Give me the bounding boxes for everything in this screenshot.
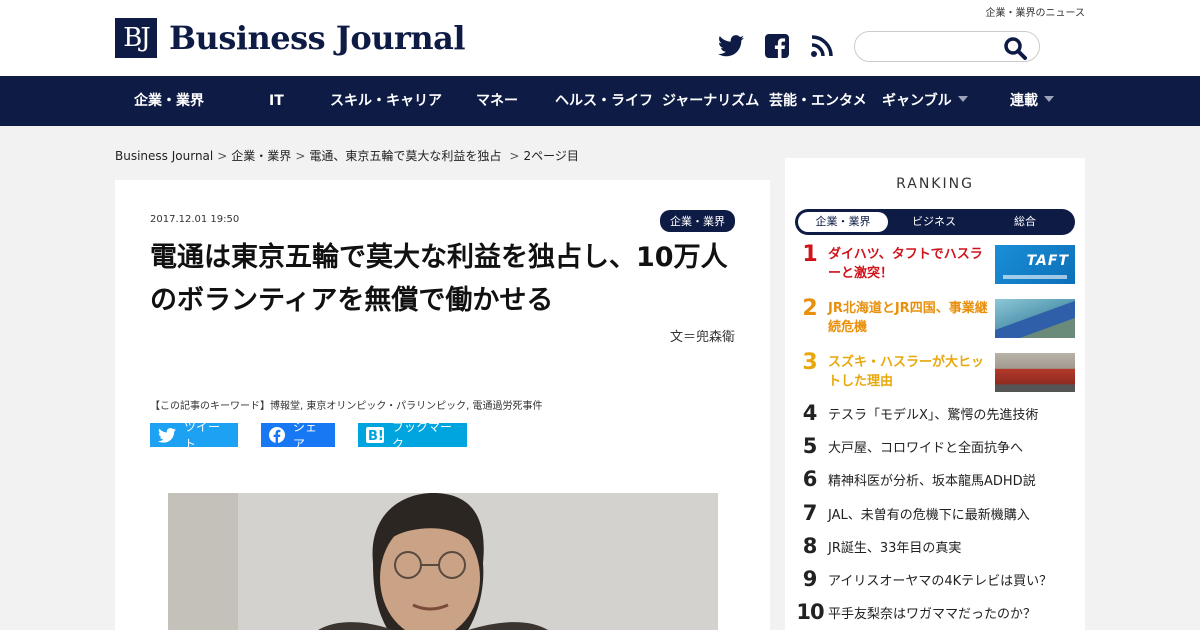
nav-item-label: 連載: [1010, 93, 1038, 109]
rank-title: 大戸屋、コロワイドと全面抗争へ: [828, 441, 1024, 456]
ranking-tab-overall[interactable]: 総合: [980, 212, 1070, 232]
facebook-share-button[interactable]: シェア: [261, 420, 335, 451]
nav-item-label: 企業・業界: [134, 93, 204, 109]
rank-number: 10: [796, 600, 824, 624]
rank-title: 平手友梨奈はワガママだったのか？: [828, 607, 1037, 622]
nav-item-journalism[interactable]: ジャーナリズム: [662, 76, 759, 126]
bookmark-label: ブックマーク: [392, 420, 453, 451]
article-keywords: 【この記事のキーワード】博報堂, 東京オリンピック・パラリンピック, 電通過労死…: [150, 401, 543, 412]
rank-thumbnail: [995, 353, 1075, 392]
ranking-tab-industry[interactable]: 企業・業界: [798, 212, 888, 232]
rank-number: 2: [802, 296, 818, 321]
rank-number: 4: [802, 401, 818, 425]
tweet-button[interactable]: ツイート: [150, 420, 238, 451]
ranking-panel: RANKING 企業・業界 ビジネス 総合 1 ダイハツ、タフトでハスラーと激突…: [785, 158, 1085, 630]
article: 2017.12.01 19:50 企業・業界 電通は東京五輪で莫大な利益を独占し…: [115, 180, 770, 630]
tweet-label: ツイート: [184, 420, 221, 451]
chevron-down-icon: [957, 96, 968, 102]
nav-item-it[interactable]: IT: [269, 76, 284, 126]
breadcrumb-link[interactable]: 電通、東京五輪で莫大な利益を独占: [309, 149, 501, 163]
twitter-icon: [158, 427, 176, 443]
rank-number: 8: [802, 534, 818, 558]
search-icon[interactable]: [1003, 36, 1027, 60]
article-title: 電通は東京五輪で莫大な利益を独占し、10万人のボランティアを無償で働かせる: [150, 242, 728, 316]
nav-item-health[interactable]: ヘルス・ライフ: [555, 76, 653, 126]
article-author: 文＝兜森衛: [669, 330, 735, 345]
breadcrumb-link[interactable]: Business Journal: [115, 149, 213, 163]
nav-item-label: ヘルス・ライフ: [555, 93, 653, 109]
logo-mark: BJ: [115, 18, 157, 58]
ranking-item[interactable]: 2 JR北海道とJR四国、事業継続危機: [795, 296, 1075, 341]
thumb-text: TAFT: [1026, 253, 1069, 269]
ranking-item[interactable]: 6 精神科医が分析、坂本龍馬ADHD説: [795, 467, 1075, 494]
ranking-item[interactable]: 9 アイリスオーヤマの4Kテレビは買い？: [795, 567, 1075, 594]
facebook-icon: [269, 427, 285, 443]
article-date: 2017.12.01 19:50: [150, 214, 240, 225]
ranking-item[interactable]: 7 JAL、未曽有の危機下に最新機購入: [795, 501, 1075, 528]
rank-title: 精神科医が分析、坂本龍馬ADHD説: [828, 474, 1036, 489]
hatena-bookmark-button[interactable]: B! ブックマーク: [358, 420, 467, 451]
rank-title: アイリスオーヤマの4Kテレビは買い？: [828, 574, 1053, 589]
ranking-item[interactable]: 3 スズキ・ハスラーが大ヒットした理由: [795, 350, 1075, 395]
logo-text: Business Journal: [169, 19, 466, 57]
breadcrumb-current: 2ページ目: [523, 149, 579, 163]
ranking-item[interactable]: 5 大戸屋、コロワイドと全面抗争へ: [795, 434, 1075, 461]
rank-number: 1: [802, 242, 818, 267]
ranking-title: RANKING: [896, 176, 974, 192]
ranking-tabs: 企業・業界 ビジネス 総合: [795, 209, 1075, 235]
nav-item-gamble[interactable]: ギャンブル: [882, 76, 968, 126]
nav-item-label: マネー: [476, 93, 518, 109]
ranking-tab-business[interactable]: ビジネス: [889, 212, 979, 232]
breadcrumb: Business Journal > 企業・業界 > 電通、東京五輪で莫大な利益を独占 >…: [115, 149, 579, 163]
ranking-item[interactable]: 10 平手友梨奈はワガママだったのか？: [795, 600, 1075, 627]
rank-title: ダイハツ、タフトでハスラーと激突！: [828, 247, 983, 281]
global-nav: 企業・業界 IT スキル・キャリア マネー ヘルス・ライフ ジャーナリズム 芸能…: [0, 76, 1200, 126]
search-box: [854, 31, 1040, 62]
nav-item-industry[interactable]: 企業・業界: [134, 76, 204, 126]
nav-item-series[interactable]: 連載: [1010, 76, 1054, 126]
breadcrumb-link[interactable]: 企業・業界: [231, 149, 291, 163]
rank-title: テスラ「モデルX」、驚愕の先進技術: [828, 408, 1039, 423]
site-header: 企業・業界のニュース BJ Business Journal: [0, 0, 1200, 76]
rank-thumbnail: [995, 299, 1075, 338]
article-photo: [168, 493, 718, 630]
ranking-item[interactable]: 4 テスラ「モデルX」、驚愕の先進技術: [795, 401, 1075, 428]
rank-title: スズキ・ハスラーが大ヒットした理由: [828, 355, 985, 389]
nav-item-label: ジャーナリズム: [662, 93, 760, 109]
ranking-item[interactable]: 8 JR誕生、33年目の真実: [795, 534, 1075, 561]
nav-item-entertainment[interactable]: 芸能・エンタメ: [769, 76, 867, 126]
svg-text:B!: B!: [368, 429, 384, 443]
rank-number: 7: [802, 501, 818, 525]
category-badge[interactable]: 企業・業界: [660, 210, 735, 232]
rss-icon[interactable]: [808, 32, 836, 60]
hatena-bookmark-icon: B!: [366, 427, 384, 443]
nav-item-label: スキル・キャリア: [330, 93, 442, 109]
ranking-item[interactable]: 1 ダイハツ、タフトでハスラーと激突！ TAFT: [795, 242, 1075, 287]
rank-number: 3: [802, 350, 818, 375]
facebook-icon[interactable]: [763, 32, 791, 60]
nav-item-label: IT: [269, 93, 284, 109]
rank-title: JR北海道とJR四国、事業継続危機: [828, 301, 988, 335]
rank-number: 6: [802, 467, 818, 491]
site-tagline: 企業・業界のニュース: [985, 8, 1086, 19]
rank-title: JAL、未曽有の危機下に最新機購入: [828, 508, 1030, 523]
thumb-stripe: [1003, 275, 1067, 279]
chevron-down-icon: [1044, 96, 1054, 102]
rank-thumbnail: TAFT: [995, 245, 1075, 284]
nav-item-money[interactable]: マネー: [476, 76, 518, 126]
twitter-icon[interactable]: [717, 32, 745, 60]
nav-item-label: 芸能・エンタメ: [769, 93, 867, 109]
rank-title: JR誕生、33年目の真実: [828, 541, 962, 556]
search-input[interactable]: [867, 36, 997, 58]
nav-item-career[interactable]: スキル・キャリア: [330, 76, 442, 126]
rank-number: 5: [802, 434, 818, 458]
site-logo[interactable]: BJ Business Journal: [115, 18, 466, 58]
rank-number: 9: [802, 567, 818, 591]
share-label: シェア: [293, 420, 318, 451]
nav-item-label: ギャンブル: [882, 93, 952, 109]
